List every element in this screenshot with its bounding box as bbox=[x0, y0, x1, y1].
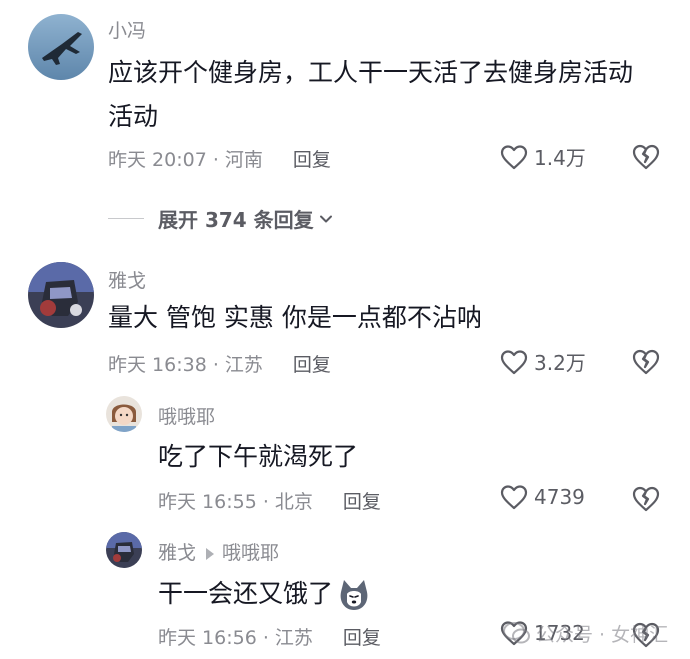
comment-time-location: 昨天 16:38 · 江苏 bbox=[108, 354, 263, 376]
reply-text: 干一会还又饿了 bbox=[158, 579, 334, 608]
comment-text: 应该开个健身房，工人干一天活了去健身房活动 bbox=[108, 58, 634, 87]
comment-text-continued: 活动 bbox=[108, 102, 159, 131]
heart-outline-icon bbox=[500, 144, 528, 169]
avatar-ohohye[interactable] bbox=[106, 396, 142, 432]
like-count: 1.4万 bbox=[534, 146, 586, 170]
robot-avatar-icon bbox=[106, 532, 142, 568]
reply-arrow-icon bbox=[206, 547, 215, 560]
reply-time-location: 昨天 16:56 · 江苏 bbox=[158, 627, 313, 649]
like-count: 3.2万 bbox=[534, 351, 586, 375]
robot-avatar-icon bbox=[28, 262, 94, 328]
reply-meta: 昨天 16:55 · 北京 回复 bbox=[158, 487, 381, 514]
reply-text-row: 干一会还又饿了 bbox=[158, 574, 371, 614]
comment-username[interactable]: 小冯 bbox=[108, 16, 146, 43]
reply-time-location: 昨天 16:55 · 北京 bbox=[158, 491, 313, 513]
broken-heart-icon[interactable] bbox=[632, 143, 660, 171]
reply-button[interactable]: 回复 bbox=[343, 623, 381, 650]
broken-heart-icon[interactable] bbox=[632, 485, 660, 513]
comment-text: 量大 管饱 实惠 你是一点都不沾呐 bbox=[108, 303, 482, 332]
reply-to-username[interactable]: 哦哦耶 bbox=[222, 542, 279, 564]
comment-time-location: 昨天 20:07 · 河南 bbox=[108, 149, 263, 171]
reply-username[interactable]: 哦哦耶 bbox=[158, 402, 215, 429]
expand-replies-button[interactable]: 展开 374 条回复 bbox=[108, 204, 334, 233]
expand-replies-label: 展开 374 条回复 bbox=[158, 208, 314, 232]
heart-outline-icon bbox=[500, 349, 528, 374]
wechat-icon bbox=[503, 622, 530, 644]
husky-emoji-icon bbox=[340, 580, 368, 610]
reply-meta: 昨天 16:56 · 江苏 回复 bbox=[158, 623, 381, 650]
like-button[interactable]: 4739 bbox=[500, 484, 585, 510]
reply-button[interactable]: 回复 bbox=[293, 350, 331, 377]
comment-meta: 昨天 16:38 · 江苏 回复 bbox=[108, 350, 331, 377]
like-button[interactable]: 1.4万 bbox=[500, 142, 586, 171]
like-count: 4739 bbox=[534, 485, 585, 509]
watermark: 公众号 · 女神汇 bbox=[502, 618, 668, 648]
heart-outline-icon bbox=[500, 485, 528, 510]
reply-text: 吃了下午就渴死了 bbox=[158, 442, 359, 471]
reply-header: 雅戈 哦哦耶 bbox=[158, 538, 279, 565]
chevron-down-icon bbox=[319, 215, 332, 222]
avatar-yage-small[interactable] bbox=[106, 532, 142, 568]
broken-heart-icon[interactable] bbox=[632, 348, 660, 376]
reply-username[interactable]: 雅戈 bbox=[158, 542, 196, 564]
avatar-xiaofeng[interactable] bbox=[28, 14, 94, 80]
divider-line bbox=[108, 218, 144, 219]
comment-meta: 昨天 20:07 · 河南 回复 bbox=[108, 145, 331, 172]
girl-avatar-icon bbox=[106, 396, 142, 432]
avatar-yage[interactable] bbox=[28, 262, 94, 328]
comment-username[interactable]: 雅戈 bbox=[108, 266, 146, 293]
watermark-text: 公众号 · 女神汇 bbox=[536, 623, 669, 646]
like-button[interactable]: 3.2万 bbox=[500, 347, 586, 376]
reply-button[interactable]: 回复 bbox=[293, 145, 331, 172]
jet-avatar-icon bbox=[28, 14, 94, 80]
reply-button[interactable]: 回复 bbox=[343, 487, 381, 514]
